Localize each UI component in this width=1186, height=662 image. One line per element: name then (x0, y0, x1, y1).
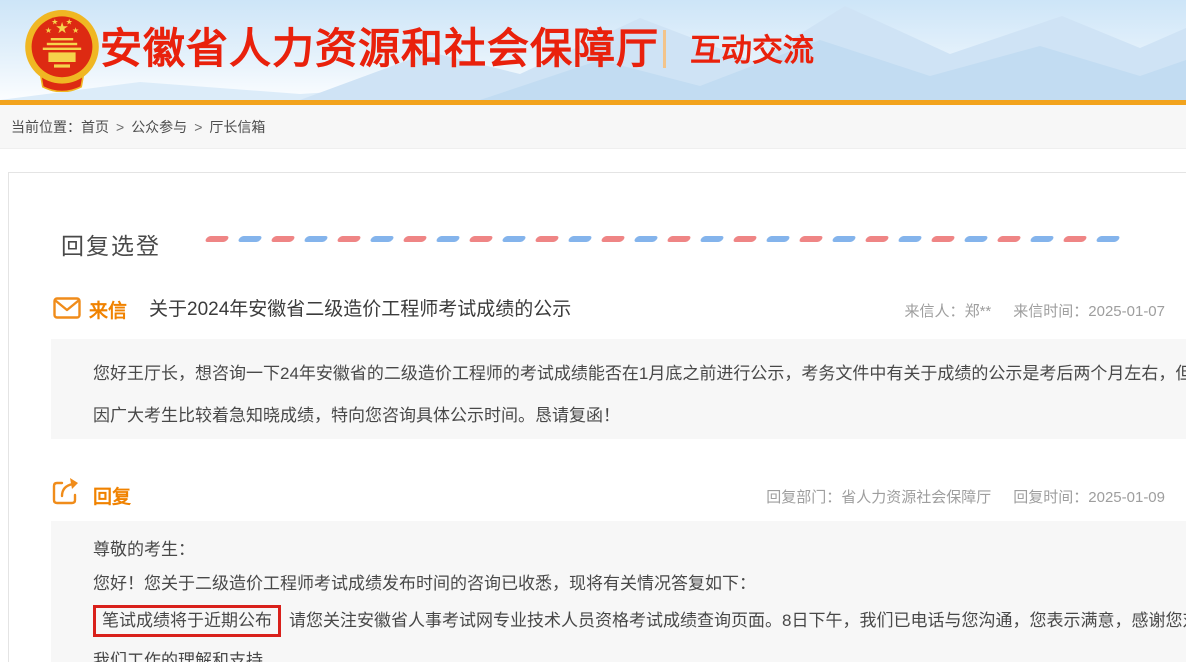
national-emblem-logo[interactable]: ★ ★ ★ ★ ★ (22, 8, 102, 92)
dash (369, 236, 394, 242)
letter-title: 关于2024年安徽省二级造价工程师考试成绩的公示 (149, 294, 571, 321)
dash (336, 236, 361, 242)
dash (633, 236, 658, 242)
reply-dept-value: 省人力资源社会保障厅 (841, 489, 991, 506)
reply-icon (51, 477, 81, 507)
svg-text:★: ★ (51, 17, 58, 26)
dash (1029, 236, 1054, 242)
reply-paragraph-1: 您好！您关于二级造价工程师考试成绩发布时间的咨询已收悉，现将有关情况答复如下： (93, 567, 1186, 601)
dash (303, 236, 328, 242)
reply-body: 尊敬的考生： 您好！您关于二级造价工程师考试成绩发布时间的咨询已收悉，现将有关情… (51, 521, 1186, 662)
letter-meta: 来信人：郑** 来信时间：2025-01-07 (905, 300, 1165, 321)
dash (930, 236, 955, 242)
page-title: 回复选登 (61, 227, 161, 261)
breadcrumb-item-public-participation[interactable]: 公众参与 (131, 117, 187, 137)
section-title-link[interactable]: 互动交流 (690, 33, 814, 69)
letter-time-label: 来信时间： (1013, 303, 1088, 320)
dash (435, 236, 460, 242)
letter-sender-value: 郑** (965, 303, 992, 320)
dash (1062, 236, 1087, 242)
svg-text:★: ★ (45, 26, 52, 35)
letter-sender-label: 来信人： (905, 303, 965, 320)
reply-time-label: 回复时间： (1013, 489, 1088, 506)
dash (402, 236, 427, 242)
reply-salutation: 尊敬的考生： (93, 533, 1186, 567)
dash (732, 236, 757, 242)
dash (666, 236, 691, 242)
letter-body: 您好王厅长，想咨询一下24年安徽省的二级造价工程师的考试成绩能否在1月底之前进行… (51, 339, 1186, 439)
dash (864, 236, 889, 242)
decorative-dash-line (206, 235, 1130, 243)
breadcrumb-separator: > (194, 119, 202, 135)
breadcrumb-item-home[interactable]: 首页 (81, 117, 109, 137)
dash (501, 236, 526, 242)
svg-text:★: ★ (66, 17, 73, 26)
reply-time-value: 2025-01-09 (1088, 489, 1165, 506)
dash (468, 236, 493, 242)
dash (204, 236, 229, 242)
breadcrumb-item-director-mailbox[interactable]: 厅长信箱 (209, 117, 265, 137)
letter-time-value: 2025-01-07 (1088, 303, 1165, 320)
dash (963, 236, 988, 242)
site-title[interactable]: 安徽省人力资源和社会保障厅 (100, 24, 659, 74)
header-divider (663, 30, 666, 68)
dash (897, 236, 922, 242)
dash (765, 236, 790, 242)
reply-badge: 回复 (93, 482, 131, 509)
dash (699, 236, 724, 242)
page: ★ ★ ★ ★ ★ 安徽省人力资源和社会保障厅 互动交流 当前位置： 首页 > … (0, 0, 1186, 662)
site-header: ★ ★ ★ ★ ★ 安徽省人力资源和社会保障厅 互动交流 (0, 0, 1186, 100)
svg-text:★: ★ (72, 26, 79, 35)
letter-badge: 来信 (89, 296, 127, 323)
highlighted-answer: 笔试成绩将于近期公布 (93, 605, 281, 637)
dash (237, 236, 262, 242)
reply-meta: 回复部门：省人力资源社会保障厅 回复时间：2025-01-09 (766, 486, 1165, 507)
dash (996, 236, 1021, 242)
reply-dept-label: 回复部门： (766, 489, 841, 506)
dash (534, 236, 559, 242)
dash (798, 236, 823, 242)
dash (1095, 236, 1120, 242)
breadcrumb-prefix: 当前位置： (11, 117, 81, 137)
dash (600, 236, 625, 242)
reply-paragraph-2: 笔试成绩将于近期公布请您关注安徽省人事考试网专业技术人员资格考试成绩查询页面。8… (93, 601, 1186, 662)
dash (567, 236, 592, 242)
breadcrumb: 当前位置： 首页 > 公众参与 > 厅长信箱 (0, 105, 1186, 149)
envelope-icon (53, 297, 81, 319)
breadcrumb-separator: > (116, 119, 124, 135)
dash (270, 236, 295, 242)
content-card: 回复选登 来信 关于2024年安徽省二级造价工程师考试成绩的公示 来信人：郑**… (8, 172, 1186, 662)
dash (831, 236, 856, 242)
